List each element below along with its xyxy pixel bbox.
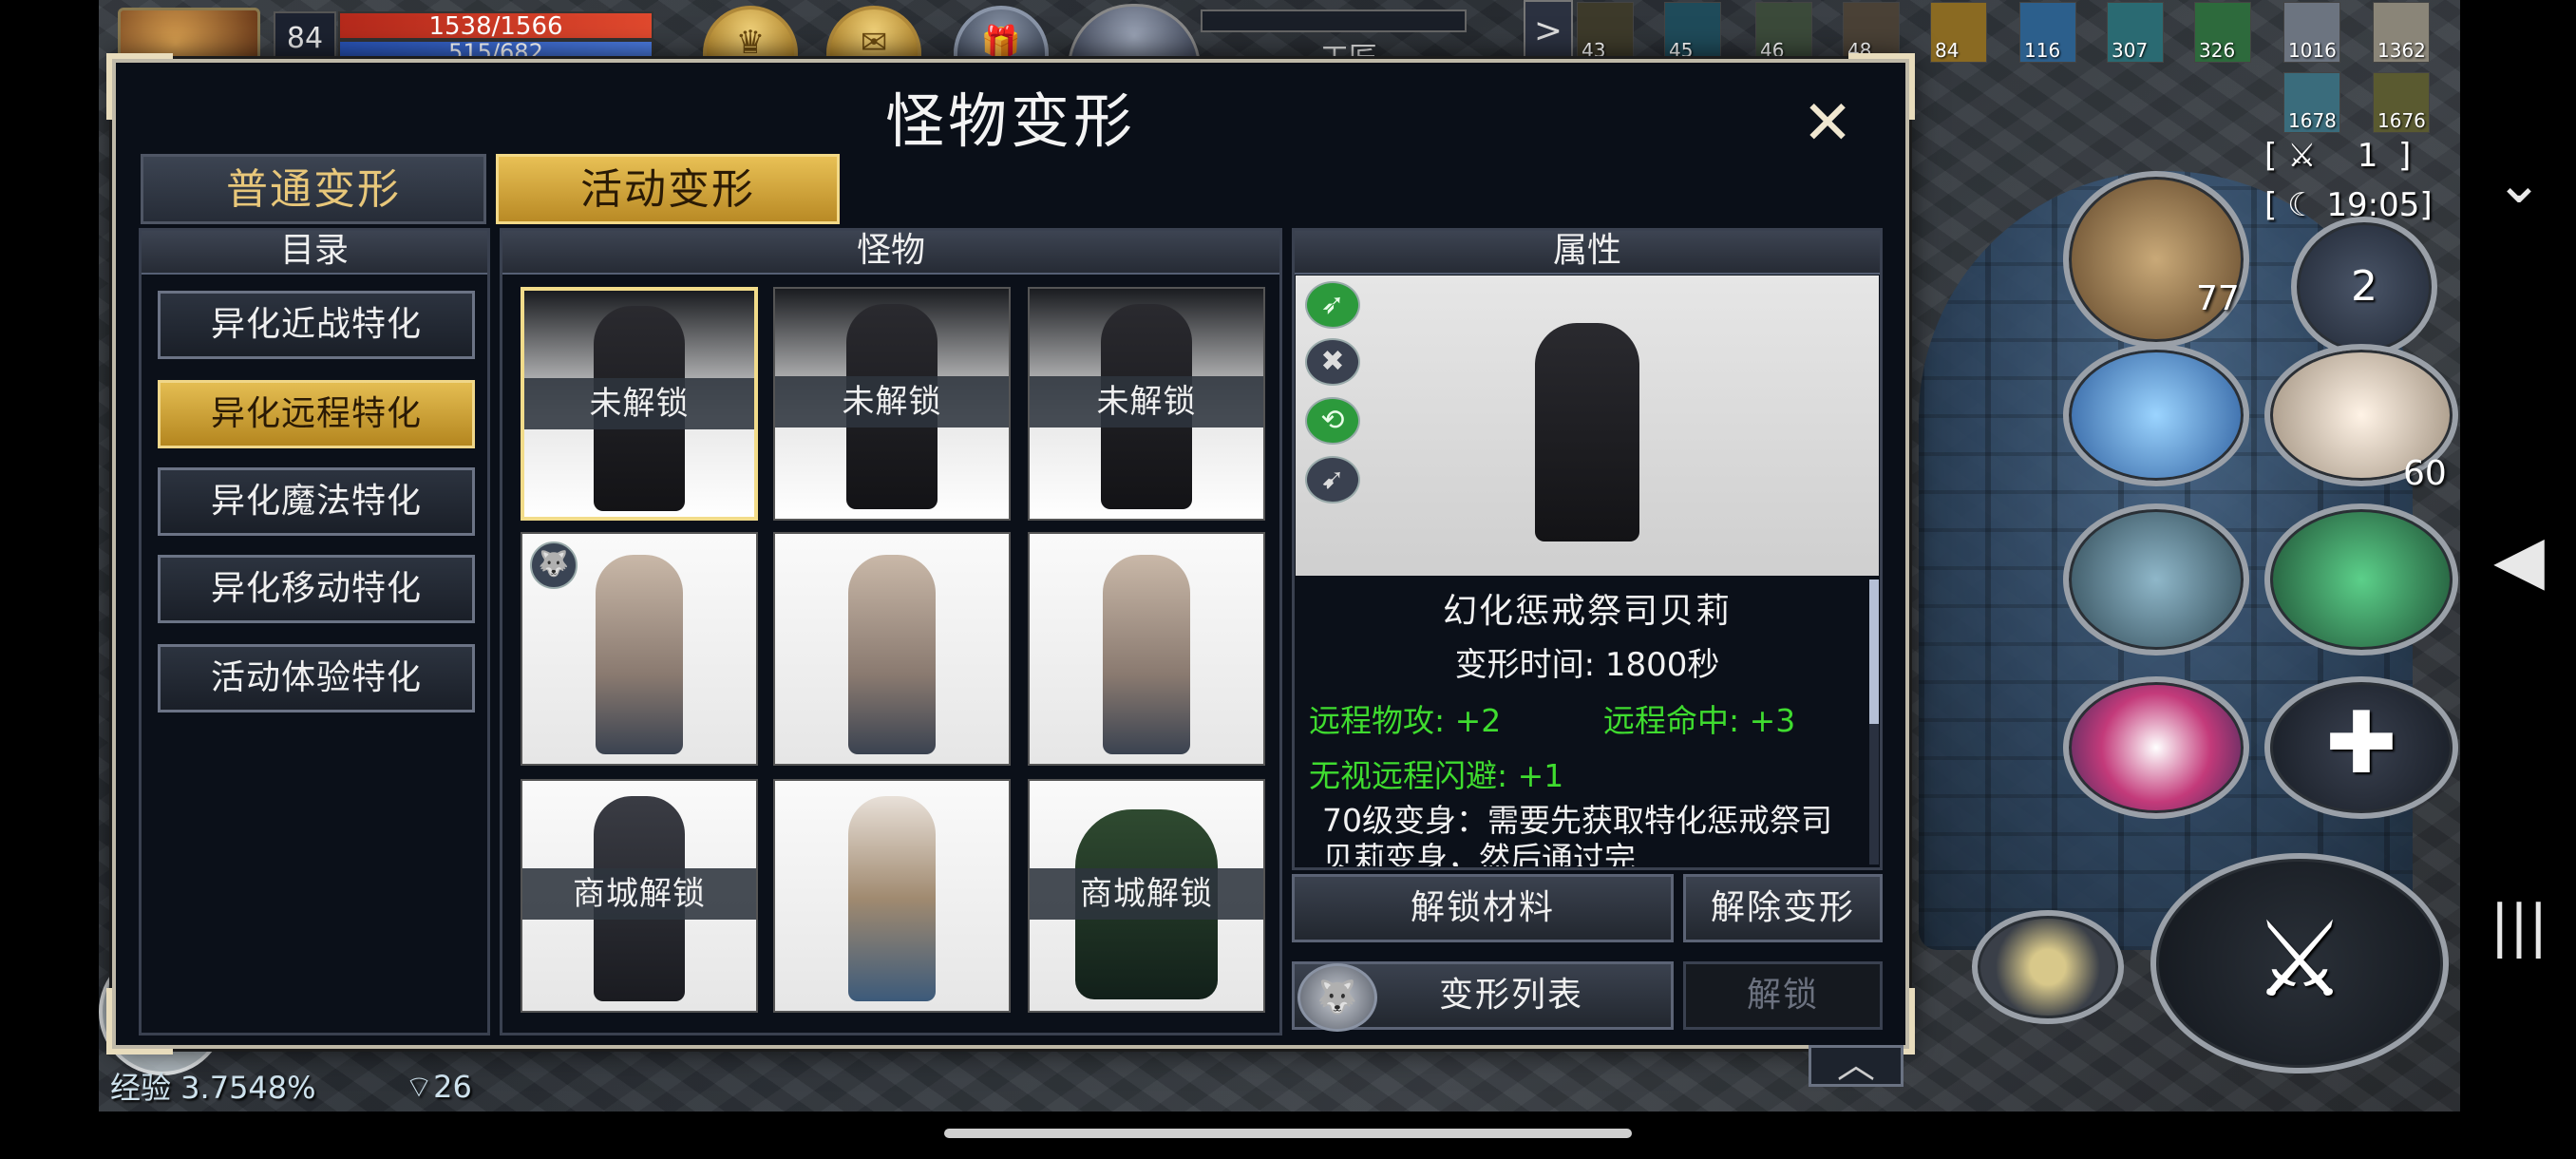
elf-ranger-figure <box>1103 555 1190 754</box>
monster-cell[interactable] <box>773 779 1011 1013</box>
catalog-header: 目录 <box>142 231 487 275</box>
lock-status-label: 未解锁 <box>524 378 754 429</box>
wolf-badge-icon: 🐺 <box>530 542 578 589</box>
ignore-evasion-icon[interactable]: ⟲ <box>1305 397 1360 445</box>
catalog-item-movement[interactable]: 异化移动特化 <box>158 555 475 623</box>
buff-icon[interactable]: 46 <box>1755 2 1812 63</box>
buff-icon[interactable]: 1678 <box>2283 72 2340 133</box>
catalog-item-melee[interactable]: 异化近战特化 <box>158 291 475 359</box>
catalog-item-event-trial[interactable]: 活动体验特化 <box>158 644 475 712</box>
stat-ranged-accuracy: 远程命中: +3 <box>1603 702 1796 739</box>
elf-ranger-figure <box>596 555 683 754</box>
arrow-volley-skill-icon[interactable] <box>2063 504 2249 656</box>
morph-duration: 变形时间: 1800秒 <box>1454 646 1720 684</box>
dark-priestess-figure <box>1535 323 1639 542</box>
lock-status-label: 未解锁 <box>1030 376 1263 428</box>
burst-skill-icon[interactable] <box>2063 676 2249 819</box>
ice-skill-icon[interactable] <box>2063 344 2249 486</box>
home-indicator[interactable] <box>944 1129 1632 1138</box>
tab-event-morph[interactable]: 活动变形 <box>496 154 840 224</box>
catalog-item-ranged[interactable]: 异化远程特化 <box>158 380 475 448</box>
monster-cell[interactable] <box>773 532 1011 766</box>
quest-scroll-icon[interactable] <box>2063 171 2249 348</box>
unlock-materials-button[interactable]: 解锁材料 <box>1292 874 1674 942</box>
lock-status-label: 商城解锁 <box>1030 868 1263 920</box>
chevron-down-icon[interactable]: ⌄ <box>2481 150 2557 217</box>
attack-sword-button[interactable]: ⚔ <box>2150 853 2449 1074</box>
stat-ranged-attack: 远程物攻: +2 <box>1309 702 1502 739</box>
buff-icon[interactable]: 1362 <box>2373 2 2430 63</box>
recent-apps-icon[interactable]: ||| <box>2481 893 2557 969</box>
remove-morph-button[interactable]: 解除变形 <box>1683 874 1883 942</box>
buff-icon[interactable]: 116 <box>2019 2 2076 63</box>
morph-description: 70级变身：需要先获取特化惩戒祭司贝莉变身，然后通过完 <box>1322 802 1832 866</box>
tab-normal-morph[interactable]: 普通变形 <box>141 154 486 224</box>
buff-icon[interactable]: 326 <box>2194 2 2251 63</box>
monster-cell[interactable] <box>1028 532 1265 766</box>
auto-cycle-button[interactable]: 2 <box>2291 217 2437 357</box>
morph-preview <box>1296 276 1879 576</box>
monster-cell[interactable]: 未解锁 <box>521 287 758 521</box>
wolf-head-icon: 🐺 <box>1297 963 1377 1032</box>
hp-bar: 1538/1566 <box>338 11 653 40</box>
buff-icon[interactable]: 1676 <box>2373 72 2430 133</box>
back-arrow-icon[interactable]: ◀ <box>2481 521 2557 598</box>
pvp-status: [ ⚔ 1 ] <box>2264 137 2412 175</box>
ranged-attack-icon[interactable]: ➶ <box>1305 281 1360 329</box>
target-hp-bar <box>1201 10 1467 32</box>
monster-cell[interactable]: 商城解锁 <box>521 779 758 1013</box>
buff-icon[interactable]: 1016 <box>2283 2 2340 63</box>
catalog-item-magic[interactable]: 异化魔法特化 <box>158 467 475 536</box>
crossed-arrows-icon[interactable]: ✖ <box>1305 338 1360 386</box>
monster-cell[interactable]: 未解锁 <box>1028 287 1265 521</box>
buff-icon[interactable]: 45 <box>1664 2 1721 63</box>
scroll-thumb[interactable] <box>1869 580 1879 724</box>
scroll-count: 77 <box>2196 279 2240 318</box>
expand-buffs-button[interactable]: > <box>1524 0 1573 63</box>
lock-status-label: 商城解锁 <box>522 868 756 920</box>
elf-ranger-figure <box>848 555 936 754</box>
buff-icon[interactable]: 43 <box>1577 2 1634 63</box>
monster-header: 怪物 <box>502 231 1279 275</box>
close-button[interactable]: ✕ <box>1797 93 1858 156</box>
stat-ignore-ranged-evasion: 无视远程闪避: +1 <box>1309 757 1564 794</box>
monster-cell[interactable]: 未解锁 <box>773 287 1011 521</box>
lock-status-label: 未解锁 <box>775 376 1009 428</box>
chevron-up-icon[interactable]: ︿ <box>1809 1045 1904 1087</box>
arrow-hit-icon[interactable]: ➹ <box>1305 456 1360 504</box>
morph-name: 幻化惩戒祭司贝莉 <box>1442 592 1732 631</box>
archer-skill-icon[interactable] <box>2264 504 2458 656</box>
monster-cell[interactable]: 🐺 <box>521 532 758 766</box>
experience-percent: 经验 3.7548% <box>110 1070 316 1106</box>
elf-archer-figure <box>848 796 936 1001</box>
buff-icon[interactable]: 307 <box>2107 2 2164 63</box>
wifi-icon: ⌔ <box>405 1069 434 1105</box>
ping-readout: ⌔26 <box>405 1069 472 1105</box>
attribute-header: 属性 <box>1295 231 1880 275</box>
pearl-count: 60 <box>2403 454 2447 493</box>
add-skill-icon[interactable]: ✚ <box>2264 676 2458 819</box>
buff-icon[interactable]: 84 <box>1930 2 1987 63</box>
target-lock-icon[interactable] <box>1972 910 2124 1024</box>
monster-cell[interactable]: 商城解锁 <box>1028 779 1265 1013</box>
unlock-button[interactable]: 解锁 <box>1683 961 1883 1030</box>
